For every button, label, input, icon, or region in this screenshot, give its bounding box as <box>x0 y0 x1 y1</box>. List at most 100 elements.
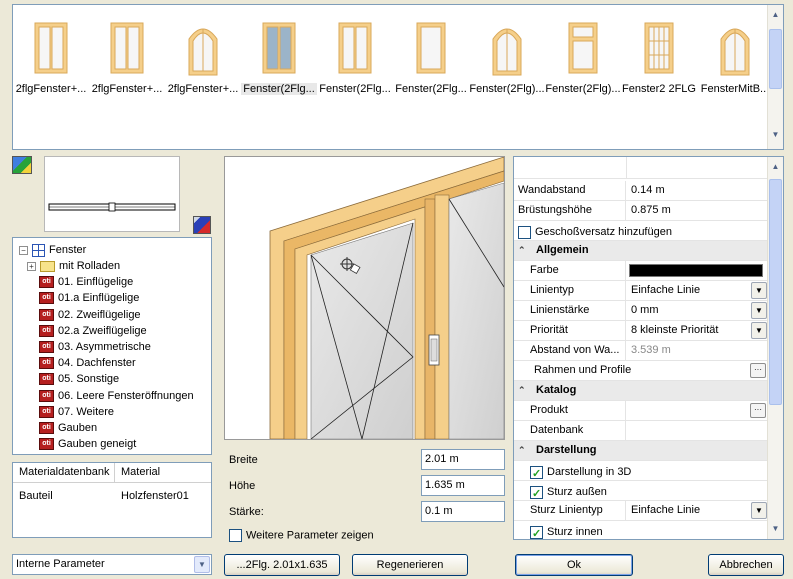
property-row[interactable]: Linienstärke 0 mm ▼ <box>514 301 768 321</box>
gallery-item[interactable]: Fenster2 2FLG <box>621 11 697 111</box>
property-value[interactable]: 0.14 m <box>631 184 665 196</box>
tree-item[interactable]: oti 03. Asymmetrische <box>39 339 151 355</box>
gallery-item[interactable]: FensterMitB... <box>697 11 773 111</box>
cancel-button[interactable]: Abbrechen <box>708 554 784 576</box>
property-checkbox[interactable] <box>518 225 531 239</box>
color-swatch[interactable] <box>629 264 763 277</box>
scroll-up-icon[interactable]: ▲ <box>768 159 783 175</box>
tree-item[interactable]: + mit Rolladen <box>27 258 120 274</box>
property-row[interactable]: Farbe <box>514 261 768 281</box>
material-cell-material[interactable]: Holzfenster01 <box>121 490 189 502</box>
col-header-material[interactable]: Material <box>117 463 211 482</box>
window-3d-view[interactable] <box>224 156 505 440</box>
property-value[interactable]: 8 kleinste Priorität <box>631 324 718 336</box>
property-checkbox[interactable] <box>530 465 543 484</box>
property-row[interactable]: Sturz Linientyp Einfache Linie ▼ <box>514 501 768 521</box>
tree-item[interactable]: oti 05. Sonstige <box>39 371 119 387</box>
property-value[interactable]: 0 mm <box>631 304 659 316</box>
collapse-chevron-icon[interactable]: ⌃ <box>518 381 530 400</box>
view-cube-icon[interactable] <box>193 216 211 234</box>
property-value-cell[interactable]: Einfache Linie ▼ <box>627 281 768 300</box>
chevron-down-icon[interactable]: ▼ <box>751 282 767 299</box>
property-value[interactable]: 0.875 m <box>631 204 671 216</box>
property-value[interactable]: 3.539 m <box>631 344 671 356</box>
property-value-cell[interactable]: 8 kleinste Priorität ▼ <box>627 321 768 340</box>
gallery-scrollbar[interactable]: ▲ ▼ <box>767 5 783 149</box>
thickness-input[interactable]: 0.1 m <box>421 501 505 522</box>
property-checkbox-row[interactable]: Geschoßversatz hinzufügen <box>514 221 768 241</box>
property-checkbox[interactable] <box>530 485 543 504</box>
view-3d-cube-icon[interactable] <box>12 156 32 174</box>
gallery-item[interactable]: 2flgFenster+... <box>89 11 165 111</box>
tree-item[interactable]: oti 07. Weitere <box>39 404 114 420</box>
gallery-item[interactable]: Fenster(2Flg)... <box>469 11 545 111</box>
tree-item[interactable]: oti Gauben <box>39 420 97 436</box>
tree-item[interactable]: oti 06. Leere Fensteröffnungen <box>39 388 194 404</box>
property-row[interactable]: Brüstungshöhe 0.875 m <box>514 201 768 221</box>
tree-item[interactable]: oti 02.a Zweiflügelige <box>39 323 147 339</box>
property-checkbox-row[interactable]: Sturz außen <box>514 481 768 504</box>
gallery-item[interactable]: Fenster(2Flg... <box>241 11 317 111</box>
property-value[interactable]: Einfache Linie <box>631 284 700 296</box>
parameter-source-select[interactable]: Interne Parameter ▼ <box>12 554 212 575</box>
property-checkbox[interactable] <box>530 525 543 539</box>
scroll-down-icon[interactable]: ▼ <box>768 127 783 143</box>
ellipsis-button[interactable]: ··· <box>750 363 766 378</box>
chevron-down-icon[interactable]: ▼ <box>751 302 767 319</box>
material-table[interactable]: Materialdatenbank Material Bauteil Holzf… <box>12 462 212 538</box>
property-row[interactable]: Priorität 8 kleinste Priorität ▼ <box>514 321 768 341</box>
ellipsis-button[interactable]: ··· <box>750 403 766 418</box>
more-params-row[interactable]: Weitere Parameter zeigen <box>229 529 374 542</box>
collapse-icon[interactable]: − <box>19 245 28 255</box>
property-row[interactable]: Produkt ··· <box>514 401 768 421</box>
tree-item[interactable]: oti 02. Zweiflügelige <box>39 307 141 323</box>
property-row[interactable]: Wandabstand 0.14 m <box>514 181 768 201</box>
collapse-chevron-icon[interactable]: ⌃ <box>518 441 530 460</box>
gallery-item[interactable]: Fenster(2Flg... <box>317 11 393 111</box>
expand-icon[interactable]: + <box>27 261 36 271</box>
property-row[interactable]: Abstand von Wa... 3.539 m <box>514 341 768 361</box>
property-category[interactable]: ⌃ Allgemein <box>514 241 768 261</box>
property-category[interactable]: ⌃ Darstellung <box>514 441 768 461</box>
ok-button[interactable]: Ok <box>515 554 633 576</box>
size-button[interactable]: ...2Flg. 2.01x1.635 <box>224 554 340 576</box>
gallery-item[interactable]: 2flgFenster+... <box>165 11 241 111</box>
scroll-down-icon[interactable]: ▼ <box>768 521 783 537</box>
tree-item[interactable]: oti Gauben geneigt <box>39 436 136 452</box>
gallery-item[interactable]: Fenster(2Flg)... <box>545 11 621 111</box>
window-gallery[interactable]: 2flgFenster+... 2flgFenster+... 2flgFenste… <box>12 4 784 150</box>
gallery-item[interactable]: 2flgFenster+... <box>13 11 89 111</box>
scroll-thumb[interactable] <box>769 29 782 89</box>
property-value[interactable]: Einfache Linie <box>631 504 700 516</box>
width-input[interactable]: 2.01 m <box>421 449 505 470</box>
property-value-cell[interactable]: 0 mm ▼ <box>627 301 768 320</box>
chevron-down-icon[interactable]: ▼ <box>194 556 210 573</box>
property-value-cell[interactable]: 0.875 m <box>627 201 768 220</box>
chevron-down-icon[interactable]: ▼ <box>751 322 767 339</box>
col-header-db[interactable]: Materialdatenbank <box>13 463 115 482</box>
material-cell-db[interactable]: Bauteil <box>19 490 53 502</box>
property-row[interactable]: Linientyp Einfache Linie ▼ <box>514 281 768 301</box>
property-value-cell[interactable]: Einfache Linie ▼ <box>627 501 768 520</box>
tree-root[interactable]: − Fenster <box>19 242 86 258</box>
property-value-cell[interactable]: 0.14 m <box>627 181 768 200</box>
property-row[interactable]: Datenbank <box>514 421 768 441</box>
scroll-thumb[interactable] <box>769 179 782 405</box>
chevron-down-icon[interactable]: ▼ <box>751 502 767 519</box>
property-value-cell[interactable]: 3.539 m <box>627 341 768 360</box>
gallery-item[interactable]: Fenster(2Flg... <box>393 11 469 111</box>
more-params-checkbox[interactable] <box>229 529 242 542</box>
tree-item[interactable]: oti 01.a Einflügelige <box>39 290 139 306</box>
property-grid[interactable]: Wandabstand 0.14 m Brüstungshöhe 0.875 m Ges… <box>513 156 784 540</box>
tree-item[interactable]: oti 04. Dachfenster <box>39 355 136 371</box>
height-input[interactable]: 1.635 m <box>421 475 505 496</box>
property-row[interactable]: Rahmen und Profile ··· <box>514 361 768 381</box>
category-tree[interactable]: − Fenster + mit Rolladen oti 01. Einflügelig… <box>12 237 212 455</box>
scroll-up-icon[interactable]: ▲ <box>768 7 783 23</box>
property-value-cell[interactable] <box>627 261 768 280</box>
property-scrollbar[interactable]: ▲ ▼ <box>767 157 783 539</box>
property-value-cell[interactable] <box>627 421 768 440</box>
property-checkbox-row[interactable]: Sturz innen <box>514 521 768 539</box>
tree-item[interactable]: oti 01. Einflügelige <box>39 274 133 290</box>
collapse-chevron-icon[interactable]: ⌃ <box>518 241 530 260</box>
